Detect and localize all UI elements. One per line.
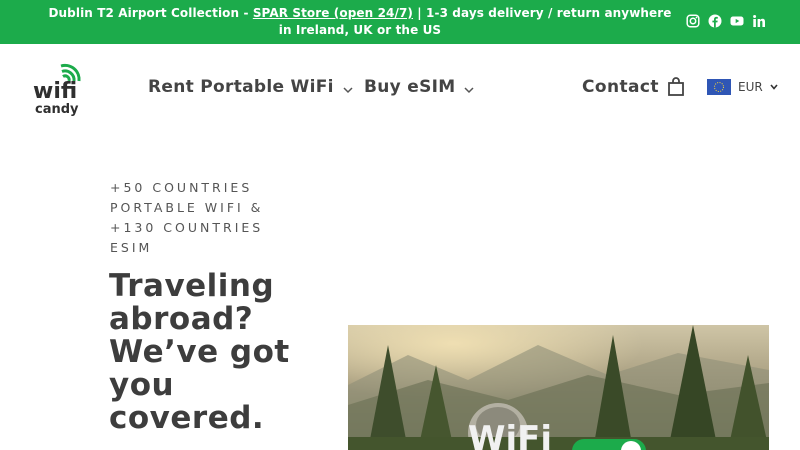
nav-rent-portable-wifi-label: Rent Portable WiFi (148, 77, 334, 97)
announcement-text: Dublin T2 Airport Collection - SPAR Stor… (40, 5, 680, 39)
contact-link[interactable]: Contact (582, 77, 659, 97)
eu-flag-icon (707, 79, 731, 95)
announcement-prefix: Dublin T2 Airport Collection - (48, 6, 253, 20)
site-header: wifi candy Rent Portable WiFi Buy eSIM C… (0, 44, 800, 136)
chevron-down-icon (770, 80, 778, 94)
hero-headline: Traveling abroad? We’ve got you covered. (109, 268, 290, 436)
hero-image: WiFi (348, 325, 769, 450)
spar-store-link[interactable]: SPAR Store (open 24/7) (253, 6, 413, 20)
nav-buy-esim-label: Buy eSIM (364, 77, 456, 97)
wificandy-logo[interactable]: wifi candy (33, 60, 97, 117)
hero-eyebrow: +50 countries portable WiFi & +130 count… (110, 180, 264, 255)
social-links (686, 13, 766, 28)
nav-buy-esim[interactable]: Buy eSIM (364, 77, 475, 97)
linkedin-icon[interactable] (752, 13, 766, 27)
currency-selector[interactable]: EUR (707, 79, 778, 95)
logo-wordmark-bottom: candy (35, 102, 79, 116)
chevron-down-icon (342, 81, 354, 94)
hero-image-wifi-text: WiFi (468, 419, 552, 450)
cart-icon[interactable] (667, 77, 685, 97)
chevron-down-icon (463, 81, 475, 94)
nav-rent-portable-wifi[interactable]: Rent Portable WiFi (148, 77, 354, 97)
youtube-icon[interactable] (730, 13, 744, 27)
currency-label: EUR (738, 80, 763, 94)
facebook-icon[interactable] (708, 13, 722, 28)
logo-wordmark-top: wifi (33, 79, 77, 104)
instagram-icon[interactable] (686, 13, 700, 28)
announcement-bar: Dublin T2 Airport Collection - SPAR Stor… (0, 0, 800, 44)
